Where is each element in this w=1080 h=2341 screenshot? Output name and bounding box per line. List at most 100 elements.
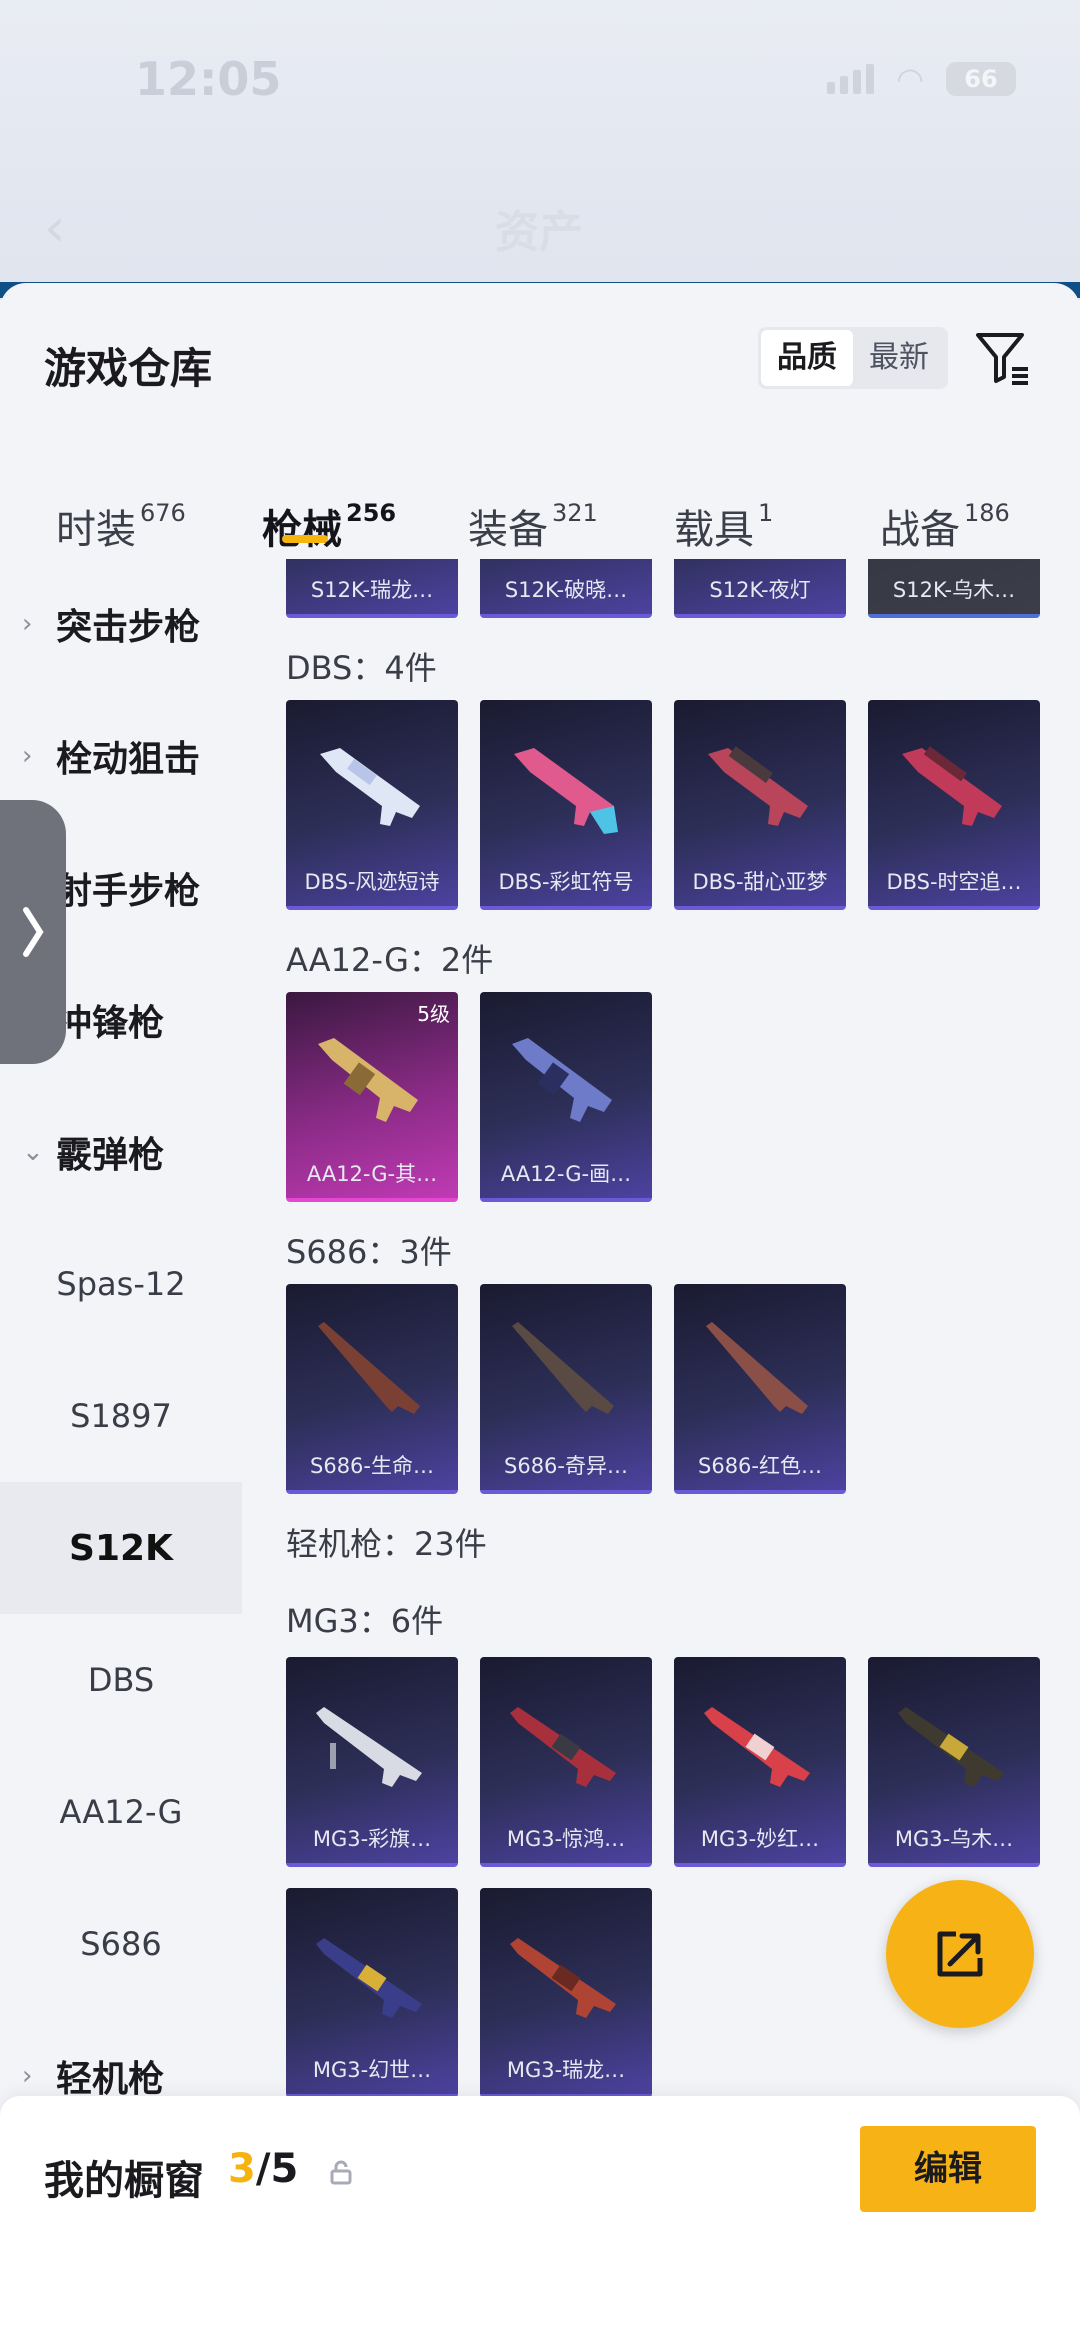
chevron-down-icon: ⌄ (22, 1137, 44, 1167)
weapon-card-name: DBS-风迹短诗 (304, 870, 440, 894)
weapon-card-name: MG3-妙红… (700, 1827, 820, 1851)
weapon-card-name: S12K-夜灯 (709, 578, 811, 602)
nav-title: 资产 (495, 207, 583, 258)
sidebar-item-s1897[interactable]: S1897 (0, 1350, 242, 1482)
sidebar-item-label: 栓动狙击 (56, 739, 201, 780)
shotgun-image (708, 746, 808, 826)
tab-count: 321 (552, 499, 598, 527)
weapon-card[interactable]: 5级 AA12-G-其… (286, 992, 458, 1202)
tab-weapons[interactable]: 枪械 256 (262, 497, 396, 555)
showcase-count: 3/5 (228, 2146, 298, 2192)
wifi-icon: ◠ (896, 60, 924, 98)
weapon-card[interactable]: S12K-乌木… (868, 558, 1040, 618)
weapon-card-name: S12K-破晓… (504, 578, 628, 602)
weapon-card[interactable]: AA12-G-画… (480, 992, 652, 1202)
active-tab-indicator (282, 535, 328, 543)
tab-count: 256 (346, 499, 397, 527)
tab-label: 时装 (56, 507, 136, 553)
warehouse-sheet: 游戏仓库 品质 最新 时装 676 枪械 256 装备 321 载具 1 战备 186 ›… (0, 283, 1080, 2341)
weapon-card[interactable]: S686-红色… (674, 1284, 846, 1494)
weapon-card[interactable]: MG3-惊鸿… (480, 1657, 652, 1867)
sidebar-item-s12k[interactable]: S12K (0, 1482, 242, 1614)
weapon-card[interactable]: MG3-幻世… (286, 1888, 458, 2098)
weapon-card[interactable]: MG3-瑞龙… (480, 1888, 652, 2098)
weapon-card-name: AA12-G-其… (306, 1162, 438, 1186)
edit-button[interactable]: 编辑 (860, 2126, 1036, 2212)
share-icon (937, 1931, 983, 1977)
sort-toggle: 品质 最新 (758, 327, 948, 389)
sidebar-item-label: 冲锋枪 (56, 1003, 165, 1044)
weapon-card-name: DBS-甜心亚梦 (692, 870, 828, 894)
weapon-card[interactable]: S12K-瑞龙… (286, 558, 458, 618)
group-label-mg3: MG3：6件 (286, 1602, 444, 1640)
shotgun-image (706, 1322, 808, 1414)
sidebar-item-label: 轻机枪 (56, 2059, 165, 2100)
sidebar-item-aa12g[interactable]: AA12-G (0, 1746, 242, 1878)
weapon-card-name: DBS-彩虹符号 (498, 870, 634, 894)
showcase-current: 3 (228, 2146, 256, 2192)
chevron-right-icon: › (22, 609, 33, 639)
tab-label: 战备 (880, 507, 960, 553)
battery-icon: 66 (946, 62, 1016, 96)
chevron-right-icon: › (22, 2061, 33, 2091)
weapon-card-name: S12K-乌木… (892, 578, 1016, 602)
weapon-card[interactable]: DBS-甜心亚梦 (674, 700, 846, 910)
tab-supplies[interactable]: 战备 186 (880, 497, 1010, 555)
sort-newest-button[interactable]: 最新 (853, 330, 945, 386)
sidebar-item-label: 突击步枪 (56, 607, 201, 648)
drawer-expand-handle[interactable] (0, 800, 66, 1064)
group-label-s686: S686：3件 (286, 1233, 452, 1271)
weapon-card[interactable]: S686-奇异… (480, 1284, 652, 1494)
weapon-card-name: MG3-惊鸿… (506, 1827, 626, 1851)
group-label-aa12g: AA12-G：2件 (286, 941, 494, 979)
group-label-lmg: 轻机枪：23件 (286, 1525, 487, 1563)
machine-gun-image (510, 1938, 616, 2018)
machine-gun-image (510, 1707, 616, 1787)
tab-count: 676 (140, 499, 186, 527)
sidebar-item-assault-rifle[interactable]: › 突击步枪 (0, 558, 242, 690)
signal-icon (827, 64, 875, 94)
weapon-card-name: S12K-瑞龙… (310, 578, 434, 602)
share-button[interactable] (886, 1880, 1034, 2028)
weapon-card[interactable]: S686-生命… (286, 1284, 458, 1494)
machine-gun-image (316, 1938, 422, 2018)
weapon-card[interactable]: DBS-时空追… (868, 700, 1040, 910)
tab-equipment[interactable]: 装备 321 (468, 497, 598, 555)
weapon-card[interactable]: MG3-妙红… (674, 1657, 846, 1867)
sidebar-item-s686[interactable]: S686 (0, 1878, 242, 2010)
tab-fashion[interactable]: 时装 676 (56, 497, 186, 555)
sidebar-item-spas12[interactable]: Spas-12 (0, 1218, 242, 1350)
weapon-card-name: MG3-幻世… (312, 2058, 432, 2082)
sidebar-item-dbs[interactable]: DBS (0, 1614, 242, 1746)
status-time: 12:05 (135, 52, 282, 106)
tab-label: 载具 (674, 507, 754, 553)
tab-count: 1 (758, 499, 774, 527)
weapon-card-name: S686-生命… (310, 1454, 434, 1478)
weapon-card[interactable]: S12K-夜灯 (674, 558, 846, 618)
weapon-card-name: MG3-瑞龙… (506, 2058, 626, 2082)
filter-icon[interactable] (972, 327, 1034, 389)
showcase-bar: 我的橱窗 3/5 编辑 (0, 2096, 1080, 2341)
weapon-card[interactable]: S12K-破晓… (480, 558, 652, 618)
machine-gun-image (704, 1707, 810, 1787)
tab-label: 装备 (468, 507, 548, 553)
chevron-right-icon (23, 907, 44, 957)
machine-gun-image (898, 1707, 1004, 1787)
shotgun-image (318, 1322, 420, 1414)
weapon-card[interactable]: DBS-彩虹符号 (480, 700, 652, 910)
back-icon[interactable]: ‹ (44, 196, 66, 259)
sheet-title: 游戏仓库 (44, 344, 213, 393)
rifle-image (512, 1038, 612, 1122)
showcase-total: /5 (255, 2146, 299, 2192)
sidebar-item-label: 射手步枪 (56, 871, 201, 912)
weapon-card[interactable]: MG3-彩旗… (286, 1657, 458, 1867)
weapon-card-name: DBS-时空追… (886, 870, 1022, 894)
weapon-card-name: S686-红色… (698, 1454, 822, 1478)
sidebar-item-shotgun[interactable]: ⌄ 霰弹枪 (0, 1086, 242, 1218)
weapon-card[interactable]: MG3-乌木… (868, 1657, 1040, 1867)
sort-quality-button[interactable]: 品质 (761, 330, 853, 386)
tab-vehicles[interactable]: 载具 1 (674, 497, 773, 555)
tab-label: 枪械 (262, 507, 342, 553)
weapon-card[interactable]: DBS-风迹短诗 (286, 700, 458, 910)
category-tabs: 时装 676 枪械 256 装备 321 载具 1 战备 186 (0, 459, 1080, 559)
